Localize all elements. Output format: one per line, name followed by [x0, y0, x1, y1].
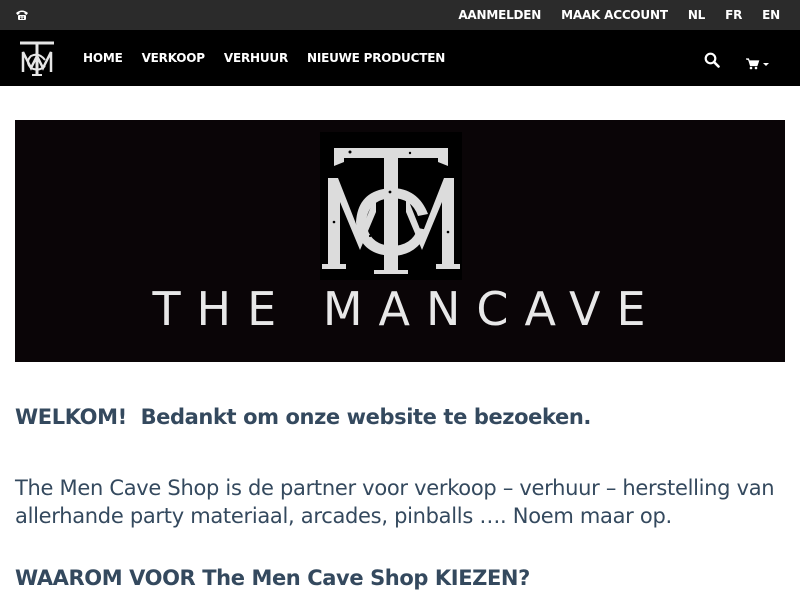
language-en-link[interactable]: EN [762, 8, 780, 22]
nav-item-verkoop[interactable]: VERKOOP [142, 51, 205, 65]
nav-item-nieuwe-producten[interactable]: NIEUWE PRODUCTEN [307, 51, 445, 65]
main-menu: HOME VERKOOP VERHUUR NIEUWE PRODUCTEN [83, 30, 464, 86]
nav-item-verhuur[interactable]: VERHUUR [224, 51, 288, 65]
hero-banner: THE MANCAVE [15, 120, 785, 362]
main-navbar: HOME VERKOOP VERHUUR NIEUWE PRODUCTEN [0, 30, 800, 86]
phone-icon[interactable] [14, 7, 30, 23]
site-logo[interactable] [17, 38, 57, 78]
account-language-links: AANMELDEN MAAK ACCOUNT NL FR EN [438, 0, 780, 30]
mancave-emblem-icon [320, 132, 462, 280]
chevron-down-icon [763, 63, 769, 66]
top-utility-bar: AANMELDEN MAAK ACCOUNT NL FR EN [0, 0, 800, 30]
cart-icon[interactable] [746, 55, 772, 70]
login-link[interactable]: AANMELDEN [458, 8, 541, 22]
main-content: WELKOM! Bedankt om onze website te bezoe… [15, 405, 785, 590]
brand-wordmark: THE MANCAVE [152, 282, 662, 336]
search-icon[interactable] [704, 52, 720, 68]
language-nl-link[interactable]: NL [688, 8, 706, 22]
welcome-heading: WELKOM! Bedankt om onze website te bezoe… [15, 405, 591, 429]
intro-paragraph: The Men Cave Shop is de partner voor ver… [15, 476, 775, 528]
nav-item-home[interactable]: HOME [83, 51, 123, 65]
why-heading: WAAROM VOOR The Men Cave Shop KIEZEN? [15, 566, 530, 590]
mancave-monogram-icon [18, 39, 56, 77]
language-fr-link[interactable]: FR [725, 8, 742, 22]
create-account-link[interactable]: MAAK ACCOUNT [561, 8, 668, 22]
